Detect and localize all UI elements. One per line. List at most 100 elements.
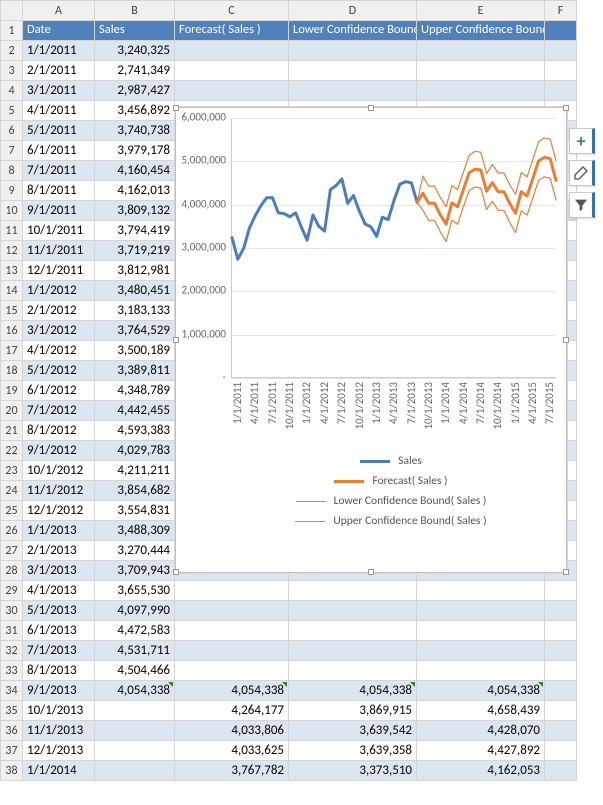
cell-date[interactable]: 8/1/2012 [23, 421, 95, 441]
row-header[interactable]: 37 [1, 741, 23, 761]
cell-date[interactable]: 3/1/2011 [23, 81, 95, 101]
cell-date[interactable]: 12/1/2012 [23, 501, 95, 521]
table-header-F[interactable] [545, 21, 577, 41]
table-header-E[interactable]: Upper Confidence Bound( Sales ) [417, 21, 545, 41]
row-header[interactable]: 20 [1, 401, 23, 421]
cell-lower[interactable] [289, 61, 417, 81]
cell-forecast[interactable] [175, 581, 289, 601]
col-header-C[interactable]: C [175, 1, 289, 21]
col-header-A[interactable]: A [23, 1, 95, 21]
row-header[interactable]: 38 [1, 761, 23, 781]
cell-sales[interactable]: 3,389,811 [95, 361, 175, 381]
cell-date[interactable]: 2/1/2012 [23, 301, 95, 321]
chart-plot-area[interactable]: -1,000,0002,000,0003,000,0004,000,0005,0… [231, 118, 556, 378]
cell-date[interactable]: 4/1/2012 [23, 341, 95, 361]
row-header[interactable]: 23 [1, 461, 23, 481]
cell-sales[interactable] [95, 761, 175, 781]
cell-sales[interactable]: 3,854,682 [95, 481, 175, 501]
row-header[interactable]: 7 [1, 141, 23, 161]
cell-upper[interactable] [417, 61, 545, 81]
cell-date[interactable]: 10/1/2012 [23, 461, 95, 481]
cell-date[interactable]: 1/1/2013 [23, 521, 95, 541]
cell-date[interactable]: 11/1/2012 [23, 481, 95, 501]
col-header-D[interactable]: D [289, 1, 417, 21]
row-header[interactable]: 34 [1, 681, 23, 701]
cell-sales[interactable] [95, 701, 175, 721]
cell-date[interactable]: 12/1/2011 [23, 261, 95, 281]
row-header[interactable]: 1 [1, 21, 23, 41]
cell-sales[interactable]: 4,160,454 [95, 161, 175, 181]
row-header[interactable]: 31 [1, 621, 23, 641]
cell-upper[interactable]: 4,427,892 [417, 741, 545, 761]
cell-lower[interactable] [289, 641, 417, 661]
cell-sales[interactable]: 4,504,466 [95, 661, 175, 681]
cell-date[interactable]: 4/1/2013 [23, 581, 95, 601]
cell-forecast[interactable] [175, 621, 289, 641]
cell-sales[interactable]: 3,488,309 [95, 521, 175, 541]
cell-sales[interactable]: 4,348,789 [95, 381, 175, 401]
cell-sales[interactable]: 4,211,211 [95, 461, 175, 481]
cell-forecast[interactable]: 4,033,806 [175, 721, 289, 741]
cell-date[interactable]: 11/1/2011 [23, 241, 95, 261]
cell-date[interactable]: 1/1/2014 [23, 761, 95, 781]
row-header[interactable]: 17 [1, 341, 23, 361]
row-header[interactable]: 13 [1, 261, 23, 281]
cell-date[interactable]: 5/1/2011 [23, 121, 95, 141]
cell-lower[interactable] [289, 601, 417, 621]
row-header[interactable]: 2 [1, 41, 23, 61]
cell-lower[interactable] [289, 81, 417, 101]
cell-date[interactable]: 9/1/2013 [23, 681, 95, 701]
cell-date[interactable]: 5/1/2012 [23, 361, 95, 381]
cell-sales[interactable]: 3,812,981 [95, 261, 175, 281]
cell-lower[interactable] [289, 581, 417, 601]
cell-sales[interactable]: 3,480,451 [95, 281, 175, 301]
chart-styles-button[interactable] [569, 160, 595, 186]
cell-sales[interactable]: 4,593,383 [95, 421, 175, 441]
table-header-A[interactable]: Date [23, 21, 95, 41]
cell-date[interactable]: 2/1/2013 [23, 541, 95, 561]
cell-empty[interactable] [545, 761, 577, 781]
cell-sales[interactable]: 3,183,133 [95, 301, 175, 321]
cell-forecast[interactable]: 4,054,338 [175, 681, 289, 701]
cell-sales[interactable]: 3,554,831 [95, 501, 175, 521]
row-header[interactable]: 22 [1, 441, 23, 461]
series-Sales[interactable] [232, 179, 417, 259]
cell-forecast[interactable]: 3,767,782 [175, 761, 289, 781]
cell-date[interactable]: 9/1/2012 [23, 441, 95, 461]
cell-empty[interactable] [545, 641, 577, 661]
row-header[interactable]: 24 [1, 481, 23, 501]
cell-upper[interactable] [417, 81, 545, 101]
row-header[interactable]: 15 [1, 301, 23, 321]
table-header-B[interactable]: Sales [95, 21, 175, 41]
cell-upper[interactable]: 4,428,070 [417, 721, 545, 741]
cell-upper[interactable] [417, 581, 545, 601]
cell-forecast[interactable] [175, 81, 289, 101]
row-header[interactable]: 36 [1, 721, 23, 741]
row-header[interactable]: 11 [1, 221, 23, 241]
row-header[interactable]: 10 [1, 201, 23, 221]
cell-sales[interactable]: 2,741,349 [95, 61, 175, 81]
cell-sales[interactable] [95, 721, 175, 741]
cell-upper[interactable] [417, 641, 545, 661]
cell-date[interactable]: 6/1/2012 [23, 381, 95, 401]
cell-sales[interactable]: 3,500,189 [95, 341, 175, 361]
cell-empty[interactable] [545, 741, 577, 761]
table-header-D[interactable]: Lower Confidence Bound( Sales ) [289, 21, 417, 41]
row-header[interactable]: 33 [1, 661, 23, 681]
row-header[interactable]: 16 [1, 321, 23, 341]
cell-upper[interactable]: 4,054,338 [417, 681, 545, 701]
cell-forecast[interactable] [175, 41, 289, 61]
cell-empty[interactable] [545, 41, 577, 61]
cell-forecast[interactable] [175, 601, 289, 621]
row-header[interactable]: 5 [1, 101, 23, 121]
cell-lower[interactable]: 3,373,510 [289, 761, 417, 781]
cell-upper[interactable]: 4,658,439 [417, 701, 545, 721]
row-header[interactable]: 35 [1, 701, 23, 721]
cell-lower[interactable]: 3,639,358 [289, 741, 417, 761]
cell-forecast[interactable]: 4,264,177 [175, 701, 289, 721]
cell-sales[interactable]: 4,029,783 [95, 441, 175, 461]
cell-lower[interactable]: 3,639,542 [289, 721, 417, 741]
cell-date[interactable]: 6/1/2013 [23, 621, 95, 641]
cell-empty[interactable] [545, 81, 577, 101]
cell-date[interactable]: 7/1/2013 [23, 641, 95, 661]
